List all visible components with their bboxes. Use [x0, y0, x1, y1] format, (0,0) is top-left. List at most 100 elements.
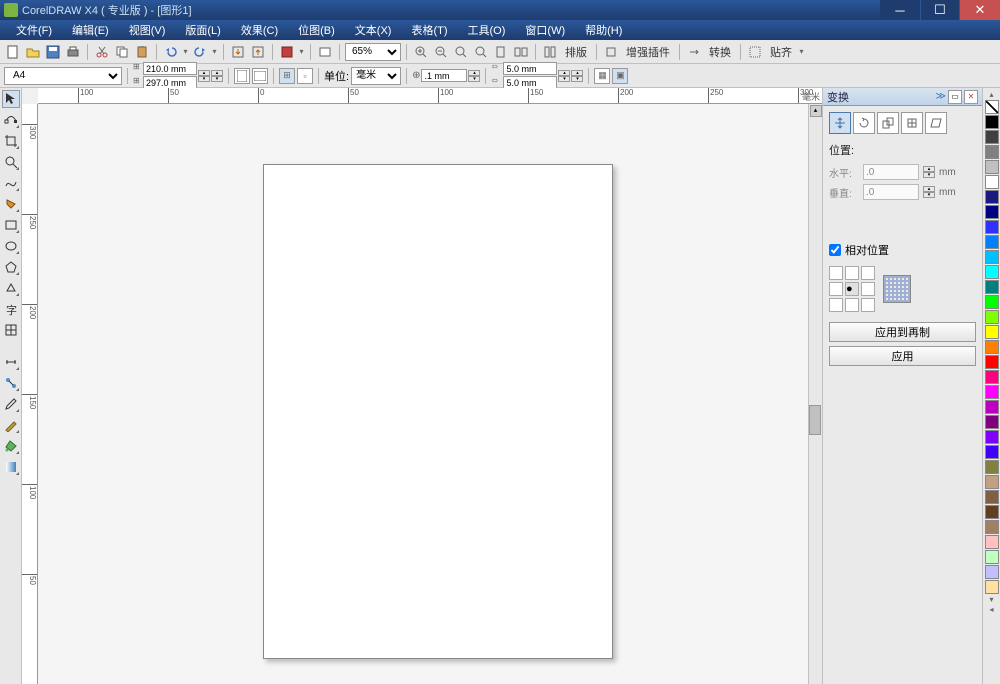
rotate-tab[interactable]: [853, 112, 875, 134]
color-swatch[interactable]: [985, 130, 999, 144]
snap-icon[interactable]: [746, 43, 764, 61]
unit-select[interactable]: 毫米: [351, 67, 401, 85]
color-swatch[interactable]: [985, 160, 999, 174]
zoom-tool[interactable]: [2, 153, 20, 171]
zoom-out-icon[interactable]: [432, 43, 450, 61]
layout-icon[interactable]: [541, 43, 559, 61]
table-tool[interactable]: [2, 321, 20, 339]
zoom-all-icon[interactable]: [512, 43, 530, 61]
color-swatch[interactable]: [985, 220, 999, 234]
color-swatch[interactable]: [985, 445, 999, 459]
dimension-tool[interactable]: [2, 353, 20, 371]
color-swatch[interactable]: [985, 520, 999, 534]
color-swatch[interactable]: [985, 205, 999, 219]
apply-button[interactable]: 应用: [829, 346, 976, 366]
scroll-thumb[interactable]: [809, 405, 821, 435]
color-swatch[interactable]: [985, 295, 999, 309]
eyedropper-tool[interactable]: [2, 395, 20, 413]
apply-duplicate-button[interactable]: 应用到再制: [829, 322, 976, 342]
color-swatch[interactable]: [985, 325, 999, 339]
color-swatch[interactable]: [985, 235, 999, 249]
color-swatch[interactable]: [985, 505, 999, 519]
drawing-canvas[interactable]: [38, 104, 808, 684]
paper-size-select[interactable]: A4: [4, 67, 122, 85]
current-page-icon[interactable]: ▫: [297, 68, 313, 84]
docker-close[interactable]: ✕: [964, 90, 978, 104]
outline-tool[interactable]: [2, 416, 20, 434]
pick-tool[interactable]: [2, 90, 20, 108]
treat-as-filled-icon[interactable]: ▦: [594, 68, 610, 84]
close-button[interactable]: ✕: [960, 0, 1000, 20]
menu-item[interactable]: 版面(L): [177, 20, 228, 40]
layout-label[interactable]: 排版: [561, 44, 591, 60]
interactive-tool[interactable]: [2, 374, 20, 392]
convert-label[interactable]: 转换: [705, 44, 735, 60]
redo-dropdown[interactable]: ▾: [211, 44, 218, 60]
freehand-tool[interactable]: [2, 174, 20, 192]
all-pages-icon[interactable]: ⊞: [279, 68, 295, 84]
color-swatch[interactable]: [985, 475, 999, 489]
new-icon[interactable]: [4, 43, 22, 61]
polygon-tool[interactable]: [2, 258, 20, 276]
color-swatch[interactable]: [985, 535, 999, 549]
relative-checkbox[interactable]: 相对位置: [829, 242, 976, 258]
anchor-grid[interactable]: ●: [829, 266, 875, 312]
shape-tool[interactable]: [2, 111, 20, 129]
import-icon[interactable]: [229, 43, 247, 61]
color-swatch[interactable]: [985, 400, 999, 414]
zoom-selection-icon[interactable]: [472, 43, 490, 61]
basic-shapes-tool[interactable]: [2, 279, 20, 297]
snap-to-objects-icon[interactable]: ▣: [612, 68, 628, 84]
convert-icon[interactable]: [685, 43, 703, 61]
color-swatch[interactable]: [985, 175, 999, 189]
color-swatch[interactable]: [985, 265, 999, 279]
menu-item[interactable]: 工具(O): [460, 20, 514, 40]
color-swatch[interactable]: [985, 430, 999, 444]
color-swatch[interactable]: [985, 580, 999, 594]
rectangle-tool[interactable]: [2, 216, 20, 234]
scroll-up[interactable]: ▴: [810, 105, 822, 117]
menu-item[interactable]: 帮助(H): [577, 20, 630, 40]
color-swatch[interactable]: [985, 550, 999, 564]
smart-fill-tool[interactable]: [2, 195, 20, 213]
menu-item[interactable]: 文件(F): [8, 20, 60, 40]
color-swatch[interactable]: [985, 190, 999, 204]
page-width-input[interactable]: [143, 62, 197, 75]
docker-collapse[interactable]: ≫: [936, 91, 946, 102]
zoom-in-icon[interactable]: [412, 43, 430, 61]
open-icon[interactable]: [24, 43, 42, 61]
menu-item[interactable]: 视图(V): [121, 20, 174, 40]
color-swatch[interactable]: [985, 310, 999, 324]
color-swatch[interactable]: [985, 355, 999, 369]
landscape-icon[interactable]: [252, 68, 268, 84]
color-swatch[interactable]: [985, 145, 999, 159]
position-tab[interactable]: [829, 112, 851, 134]
v-input[interactable]: [863, 184, 919, 200]
welcome-icon[interactable]: [316, 43, 334, 61]
vertical-scrollbar[interactable]: ▴: [808, 104, 822, 684]
text-tool[interactable]: 字: [2, 300, 20, 318]
zoom-fit-icon[interactable]: [452, 43, 470, 61]
maximize-button[interactable]: ☐: [920, 0, 960, 20]
undo-dropdown[interactable]: ▾: [182, 44, 189, 60]
color-swatch[interactable]: [985, 250, 999, 264]
snap-label[interactable]: 贴齐: [766, 44, 796, 60]
menu-item[interactable]: 位图(B): [290, 20, 343, 40]
nudge-input[interactable]: [421, 69, 467, 82]
color-swatch[interactable]: [985, 490, 999, 504]
plugin-label[interactable]: 增强插件: [622, 44, 674, 60]
color-swatch[interactable]: [985, 565, 999, 579]
color-swatch[interactable]: [985, 415, 999, 429]
interactive-fill-tool[interactable]: [2, 458, 20, 476]
menu-item[interactable]: 效果(C): [233, 20, 286, 40]
save-icon[interactable]: [44, 43, 62, 61]
menu-item[interactable]: 文本(X): [347, 20, 400, 40]
horizontal-ruler[interactable]: 毫米 10050050100150200250300: [38, 88, 822, 104]
menu-item[interactable]: 编辑(E): [64, 20, 117, 40]
cut-icon[interactable]: [93, 43, 111, 61]
palette-flyout[interactable]: ◂: [985, 605, 999, 615]
paste-icon[interactable]: [133, 43, 151, 61]
palette-up[interactable]: ▴: [985, 90, 999, 100]
color-swatch[interactable]: [985, 385, 999, 399]
skew-tab[interactable]: [925, 112, 947, 134]
